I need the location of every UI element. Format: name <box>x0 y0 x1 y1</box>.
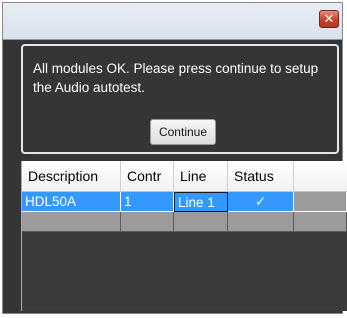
grid-header: Description Contr Line Status <box>22 161 347 192</box>
status-dialog: All modules OK. Please press continue to… <box>21 44 339 154</box>
close-button[interactable]: ✕ <box>319 10 339 28</box>
column-header-status[interactable]: Status <box>228 161 294 191</box>
cell-line[interactable]: Line 1 <box>174 192 228 212</box>
column-header-line[interactable]: Line <box>174 161 228 191</box>
cell-status-check-icon[interactable]: ✓ <box>228 192 294 212</box>
empty-cell <box>294 212 347 232</box>
modules-grid: Description Contr Line Status HDL50A 1 L… <box>21 161 347 311</box>
column-header-description[interactable]: Description <box>22 161 121 191</box>
close-icon: ✕ <box>323 11 335 27</box>
empty-cell <box>22 212 121 232</box>
table-row-empty[interactable] <box>22 212 347 232</box>
continue-button[interactable]: Continue <box>150 119 216 145</box>
row-filler-cell <box>294 192 347 212</box>
empty-cell <box>228 212 294 232</box>
cell-description[interactable]: HDL50A <box>22 192 121 212</box>
table-row[interactable]: HDL50A 1 Line 1 ✓ <box>22 192 347 212</box>
status-message: All modules OK. Please press continue to… <box>33 61 319 95</box>
column-header-contr[interactable]: Contr <box>121 161 174 191</box>
title-bar: ✕ <box>3 3 342 40</box>
cell-contr[interactable]: 1 <box>121 192 174 212</box>
empty-cell <box>121 212 174 232</box>
empty-cell <box>174 212 228 232</box>
